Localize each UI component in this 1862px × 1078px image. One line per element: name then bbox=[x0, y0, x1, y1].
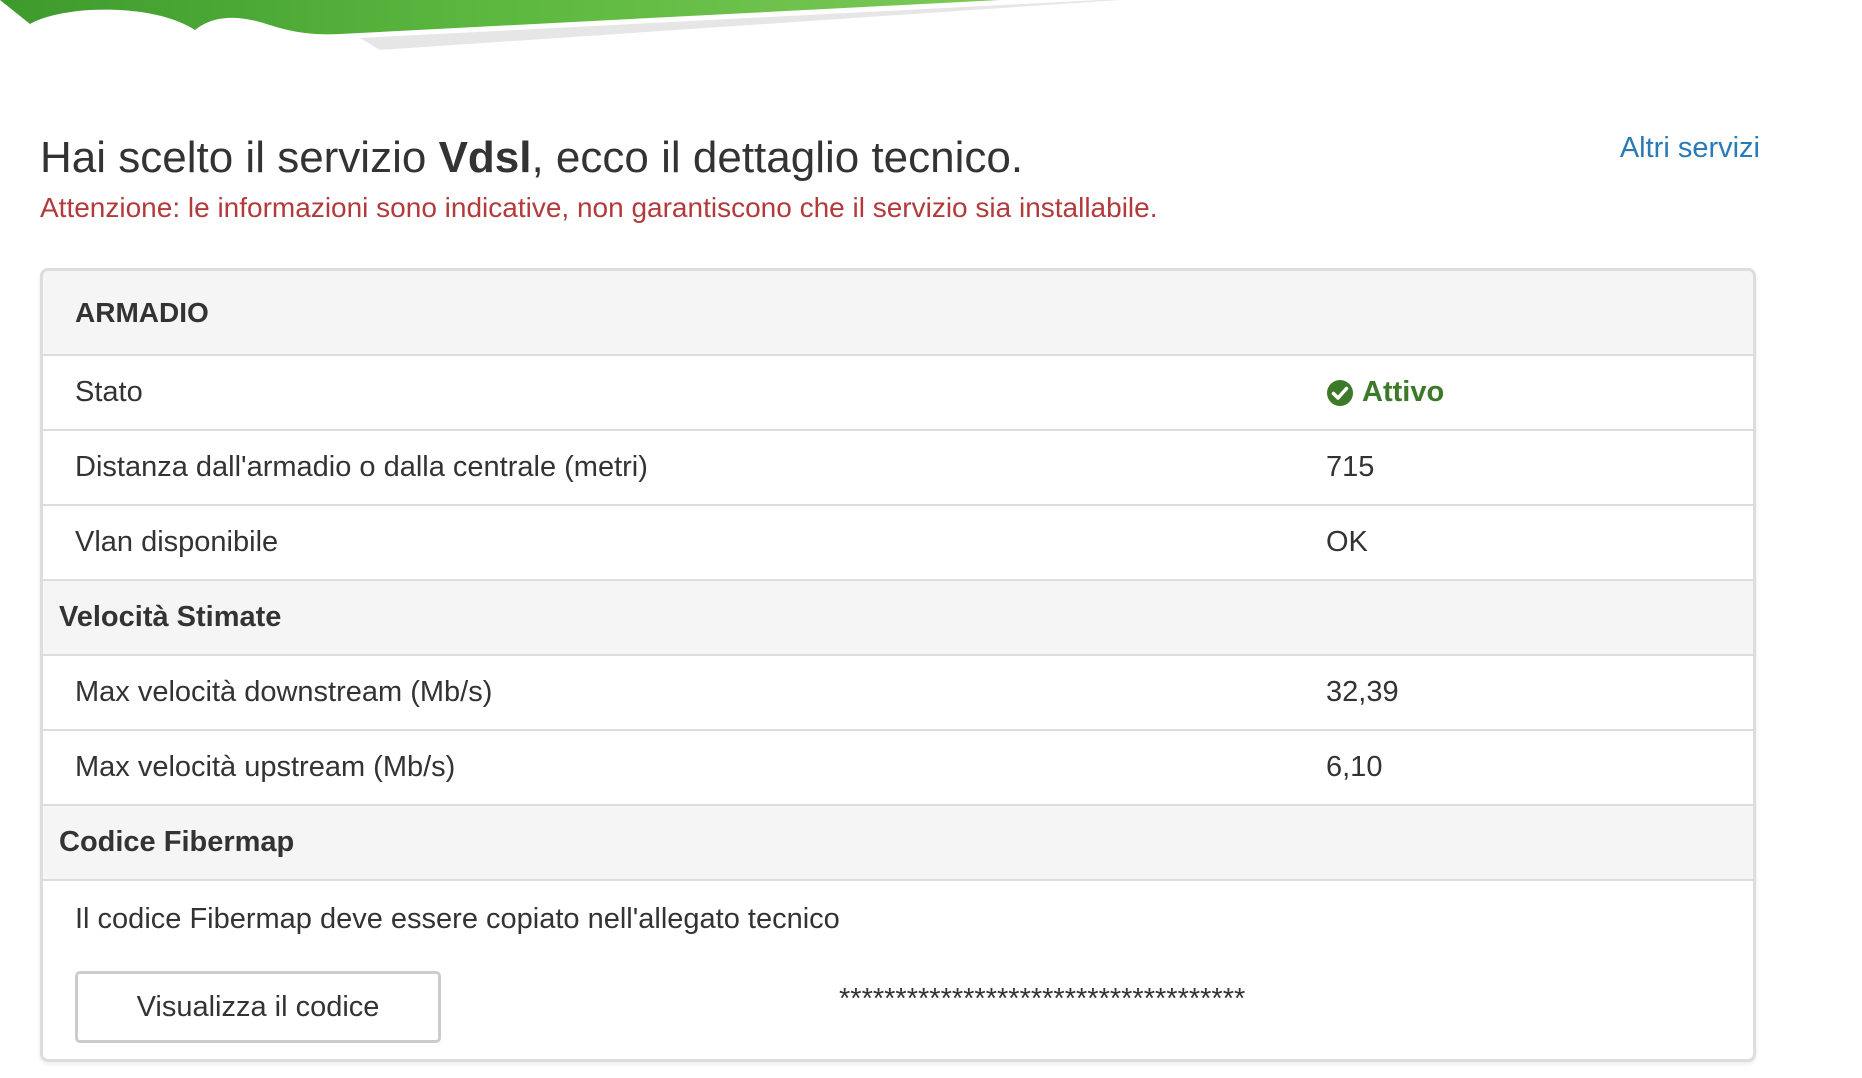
technical-details-panel: ARMADIO Stato Attivo Distanza dall'armad… bbox=[40, 268, 1756, 1062]
row-label: Distanza dall'armadio o dalla centrale (… bbox=[75, 451, 648, 483]
fibermap-note: Il codice Fibermap deve essere copiato n… bbox=[75, 903, 840, 935]
title-prefix: Hai scelto il servizio bbox=[40, 133, 439, 182]
table-row-downstream: Max velocità downstream (Mb/s) 32,39 bbox=[43, 656, 1753, 731]
panel-heading: ARMADIO bbox=[43, 271, 1753, 356]
row-value: Attivo bbox=[1326, 376, 1753, 409]
table-row-vlan: Vlan disponibile OK bbox=[43, 506, 1753, 581]
row-label: Vlan disponibile bbox=[75, 526, 279, 558]
status-text: Attivo bbox=[1362, 376, 1445, 408]
row-label: Max velocità downstream (Mb/s) bbox=[75, 676, 493, 708]
page-header: Hai scelto il servizio Vdsl, ecco il det… bbox=[40, 128, 1760, 188]
masked-fibermap-code: ************************************ bbox=[839, 983, 1246, 1015]
check-circle-icon bbox=[1327, 379, 1353, 406]
table-row-stato: Stato Attivo bbox=[43, 356, 1753, 431]
banner-graphic bbox=[0, 0, 1120, 50]
row-value: 32,39 bbox=[1326, 676, 1399, 708]
service-name: Vdsl bbox=[438, 133, 532, 182]
fibermap-body: Il codice Fibermap deve essere copiato n… bbox=[43, 881, 1753, 1059]
view-code-button[interactable]: Visualizza il codice bbox=[75, 971, 441, 1043]
row-label: Max velocità upstream (Mb/s) bbox=[75, 751, 456, 783]
header-banner bbox=[0, 0, 1862, 60]
section-heading-speed: Velocità Stimate bbox=[43, 581, 1753, 656]
row-label: Stato bbox=[75, 376, 143, 408]
row-value: 6,10 bbox=[1326, 751, 1383, 783]
other-services-link[interactable]: Altri servizi bbox=[1620, 128, 1760, 168]
title-suffix: , ecco il dettaglio tecnico. bbox=[531, 133, 1024, 182]
section-heading-fibermap: Codice Fibermap bbox=[43, 806, 1753, 881]
page-title: Hai scelto il servizio Vdsl, ecco il det… bbox=[40, 128, 1760, 188]
row-value: 715 bbox=[1326, 451, 1375, 483]
warning-message: Attenzione: le informazioni sono indicat… bbox=[40, 192, 1158, 223]
row-value: OK bbox=[1326, 526, 1368, 558]
table-row-upstream: Max velocità upstream (Mb/s) 6,10 bbox=[43, 731, 1753, 806]
status-badge: Attivo bbox=[1326, 376, 1444, 409]
table-row-distanza: Distanza dall'armadio o dalla centrale (… bbox=[43, 431, 1753, 506]
